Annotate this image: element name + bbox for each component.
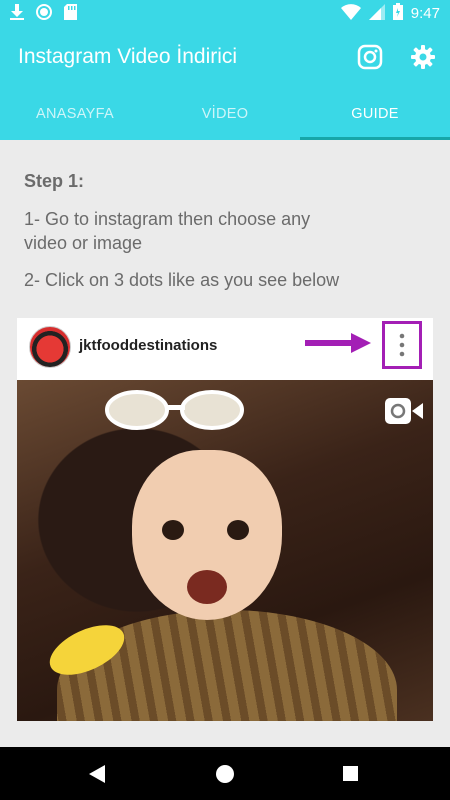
download-icon xyxy=(10,4,24,25)
circle-icon xyxy=(36,4,52,25)
battery-icon xyxy=(392,3,403,24)
back-icon[interactable] xyxy=(89,765,105,788)
arrow-right-icon xyxy=(305,333,371,358)
system-nav-bar xyxy=(0,747,450,800)
sd-card-icon xyxy=(64,4,77,25)
instruction-2: 2- Click on 3 dots like as you see below xyxy=(24,270,340,290)
more-options-highlight xyxy=(382,321,422,369)
guide-content: Step 1: 1- Go to instagram then choose a… xyxy=(0,140,450,747)
app-bar: Instagram Video İndirici xyxy=(0,28,450,88)
tab-guide[interactable]: GUIDE xyxy=(300,88,450,140)
instruction-1: 1- Go to instagram then choose any video… xyxy=(24,209,311,253)
mouth xyxy=(187,570,227,604)
example-post-image: jktfooddestinations xyxy=(17,318,433,721)
eye-left xyxy=(162,520,184,540)
step-title: Step 1: xyxy=(24,171,85,191)
more-vertical-icon xyxy=(399,333,405,357)
face-shape xyxy=(132,450,282,620)
tab-anasayfa[interactable]: ANASAYFA xyxy=(0,88,150,140)
tab-bar: ANASAYFA VİDEO GUIDE xyxy=(0,88,450,140)
status-bar: 9:47 xyxy=(0,0,450,28)
post-video-thumbnail xyxy=(17,380,433,721)
clock-time: 9:47 xyxy=(410,5,440,22)
tab-video[interactable]: VİDEO xyxy=(150,88,300,140)
post-header: jktfooddestinations xyxy=(17,318,433,379)
eye-right xyxy=(227,520,249,540)
signal-icon xyxy=(368,3,385,24)
video-camera-icon xyxy=(385,398,423,429)
post-username: jktfooddestinations xyxy=(79,337,218,354)
app-title: Instagram Video İndirici xyxy=(18,45,238,68)
home-icon[interactable] xyxy=(216,765,234,783)
recents-icon[interactable] xyxy=(343,766,358,781)
instagram-icon[interactable] xyxy=(357,44,383,75)
sunglasses-shape xyxy=(105,390,244,430)
wifi-icon xyxy=(340,3,361,24)
settings-icon[interactable] xyxy=(410,44,436,75)
avatar xyxy=(29,326,71,368)
